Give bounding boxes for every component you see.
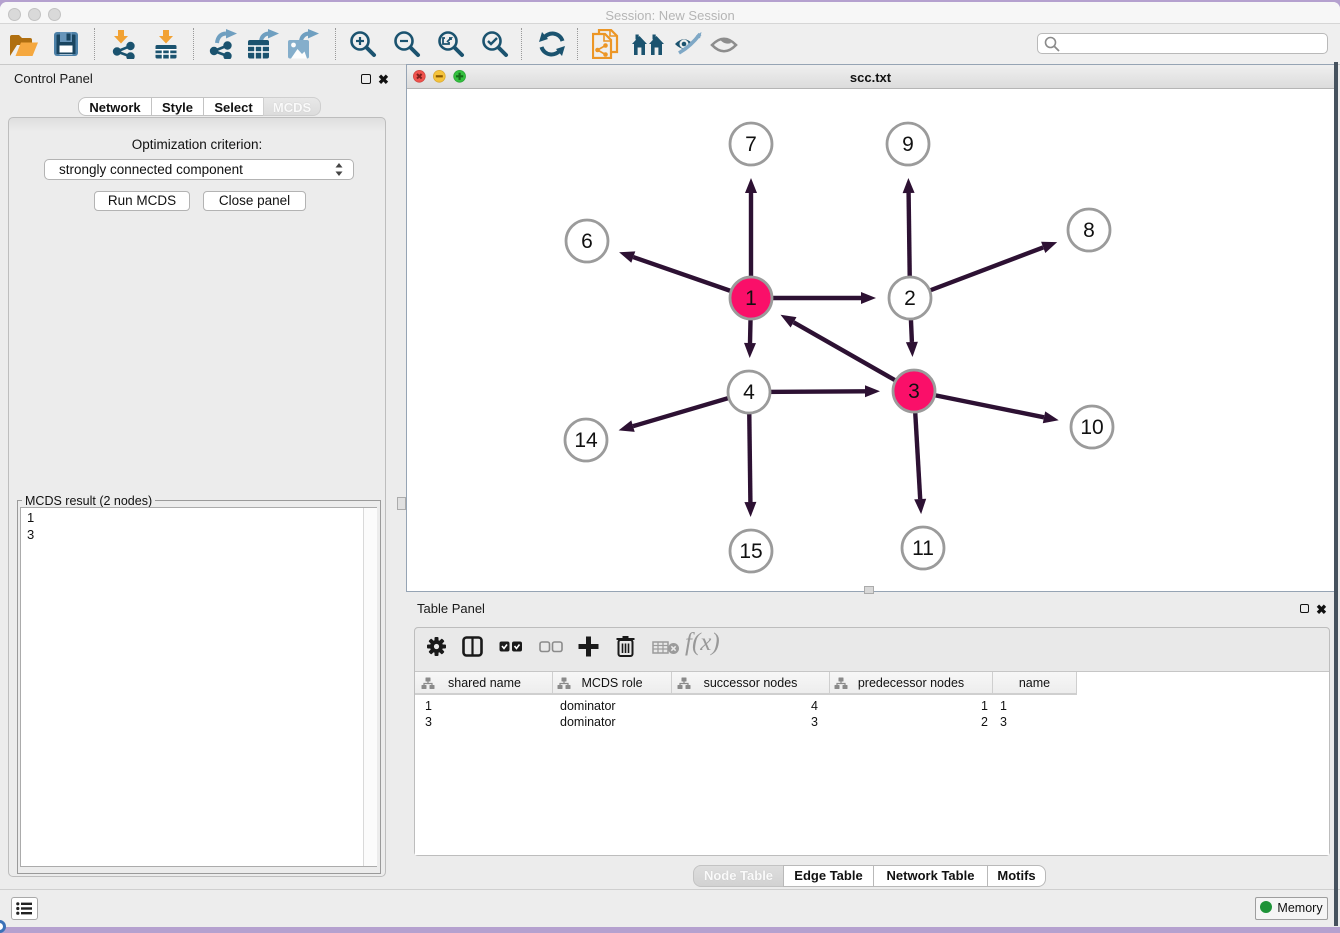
svg-text:11: 11	[912, 537, 934, 560]
svg-text:3: 3	[908, 380, 920, 403]
svg-text:8: 8	[1083, 219, 1095, 242]
svg-text:6: 6	[581, 230, 593, 253]
svg-text:15: 15	[739, 540, 762, 563]
svg-text:1: 1	[745, 287, 757, 310]
svg-text:4: 4	[743, 381, 755, 404]
svg-text:14: 14	[574, 429, 598, 452]
svg-text:7: 7	[745, 133, 757, 156]
svg-text:2: 2	[904, 287, 916, 310]
svg-text:10: 10	[1080, 416, 1103, 439]
svg-text:9: 9	[902, 133, 914, 156]
